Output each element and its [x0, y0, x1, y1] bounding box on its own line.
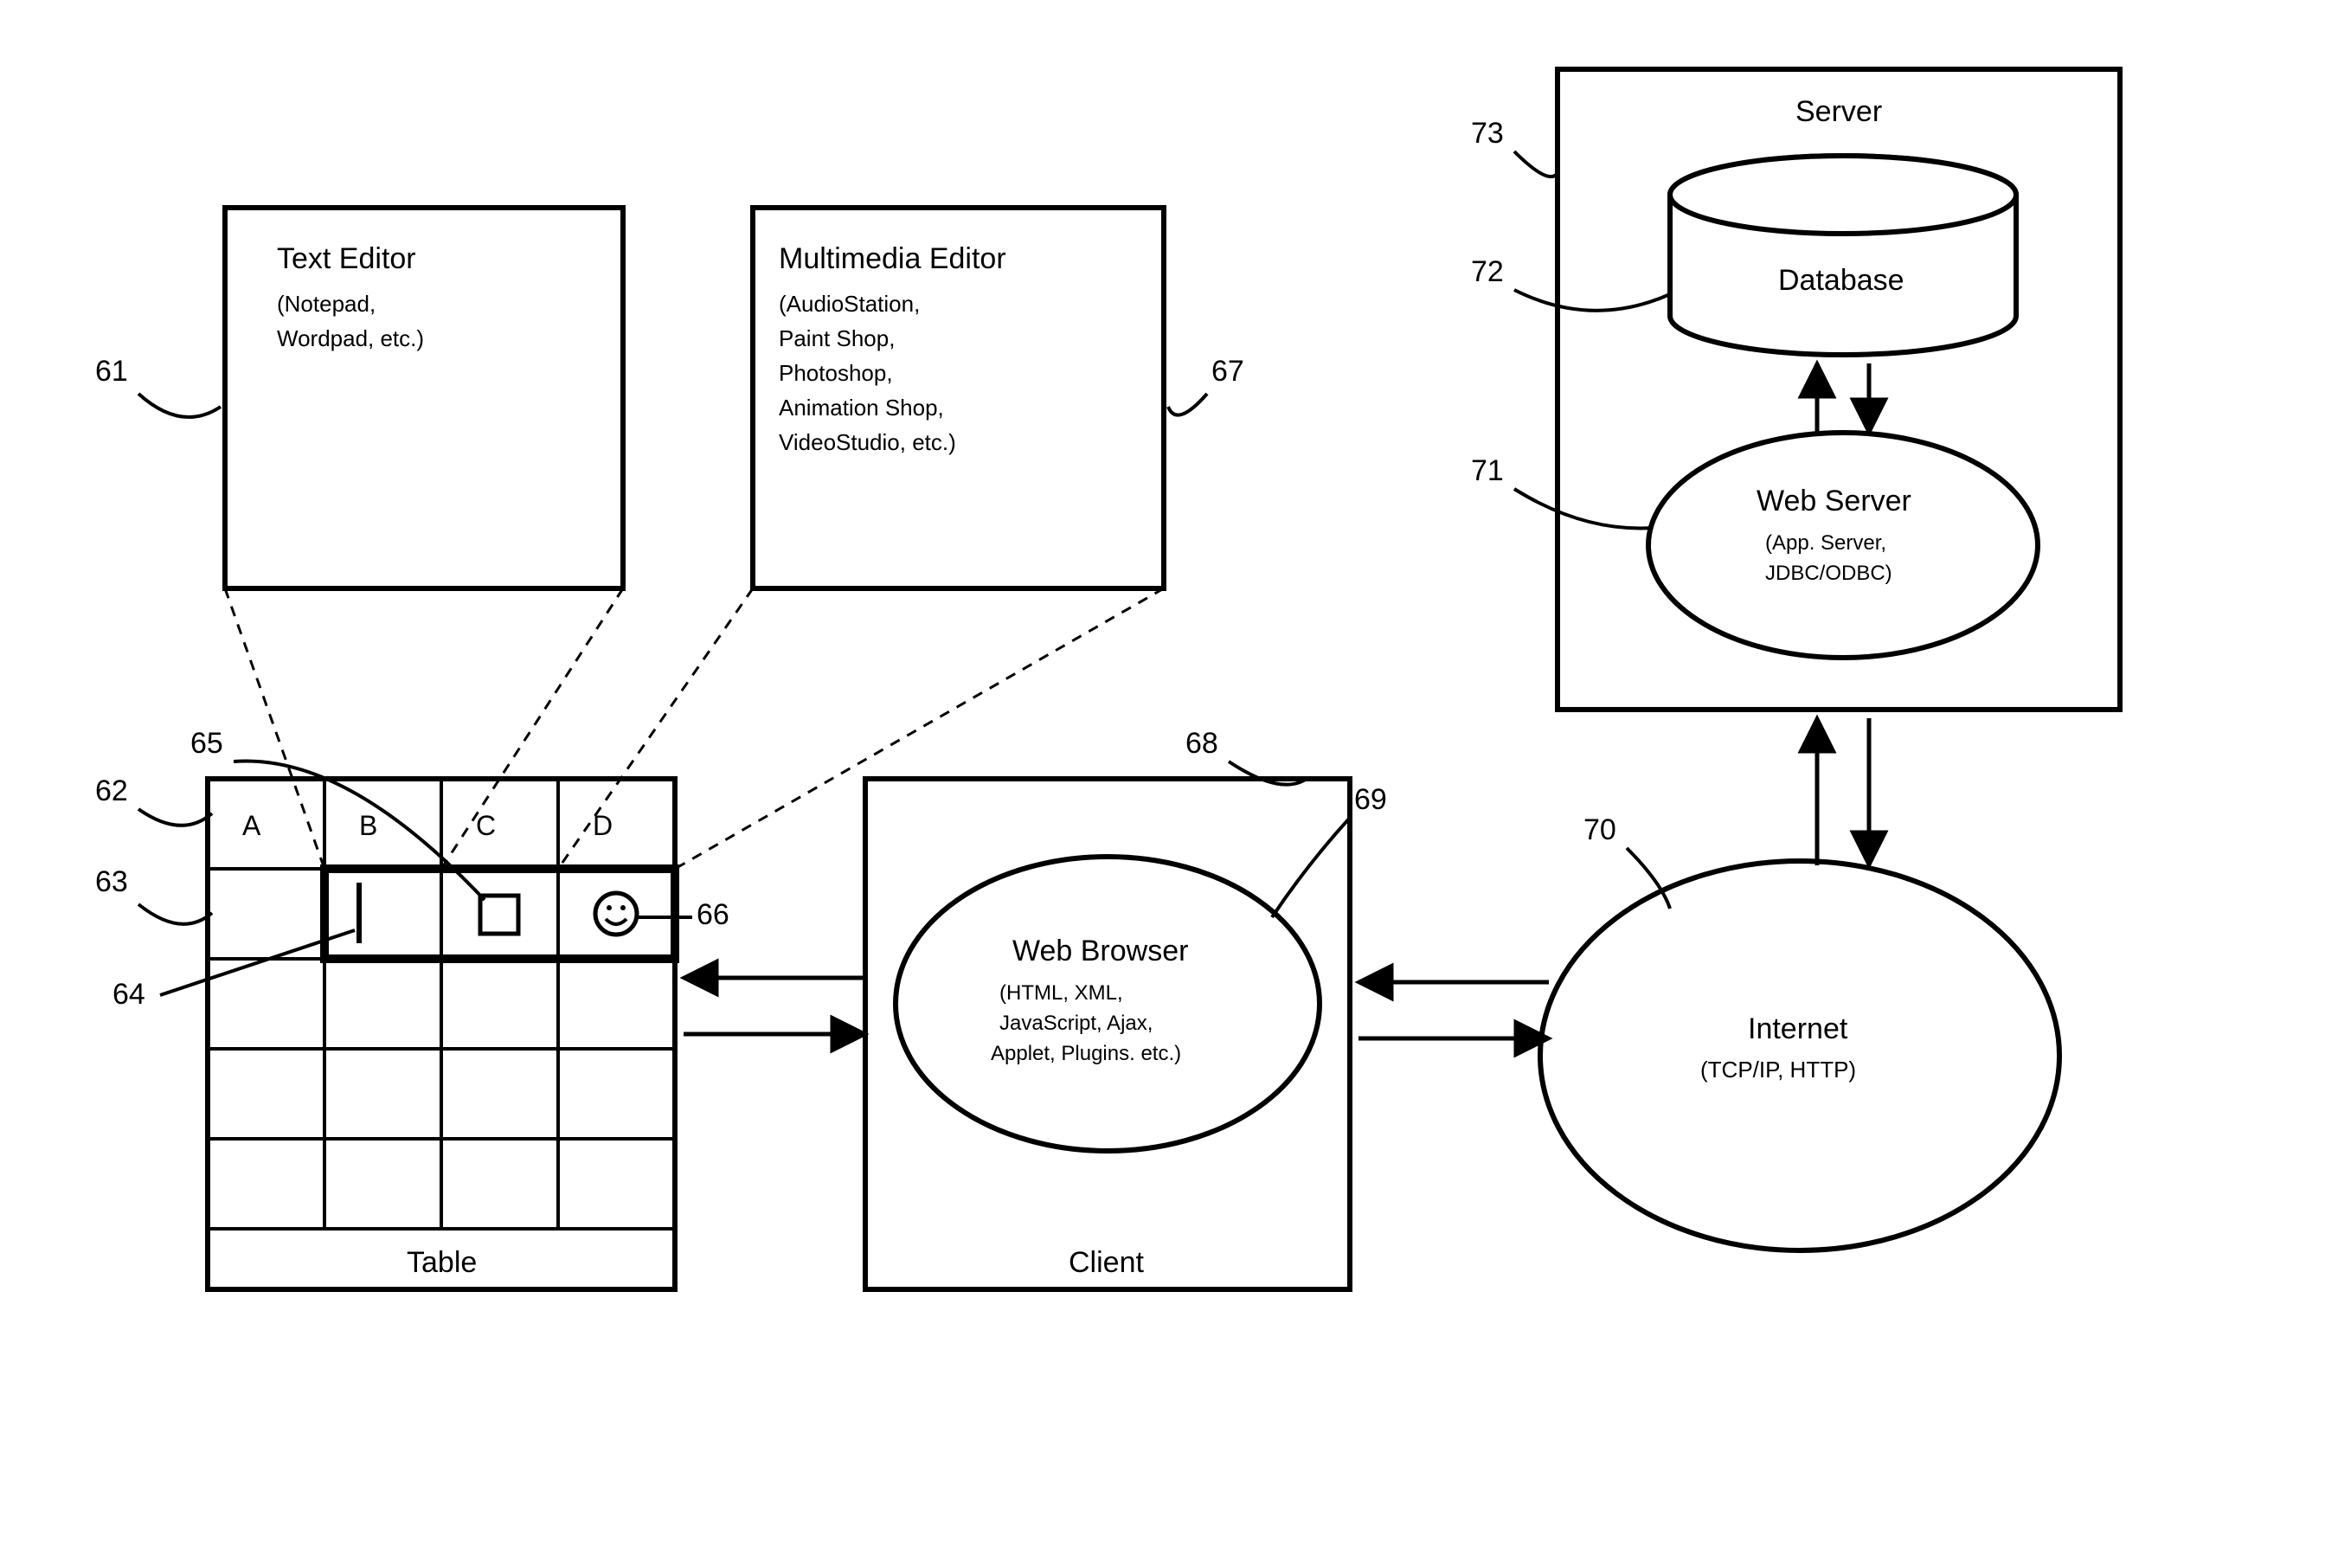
multimedia-l2: Paint Shop, — [779, 325, 895, 351]
ref-62: 62 — [95, 774, 128, 807]
text-editor-title: Text Editor — [277, 242, 416, 275]
multimedia-editor-box: Multimedia Editor (AudioStation, Paint S… — [753, 208, 1164, 588]
web-browser-l2: JavaScript, Ajax, — [999, 1012, 1153, 1035]
multimedia-l5: VideoStudio, etc.) — [779, 429, 956, 455]
ref-73: 73 — [1471, 117, 1504, 150]
client-label: Client — [1069, 1246, 1144, 1279]
web-server-l2: JDBC/ODBC) — [1765, 562, 1892, 585]
table-header-a: A — [242, 810, 261, 841]
internet-l1: (TCP/IP, HTTP) — [1700, 1057, 1856, 1083]
ref-63: 63 — [95, 865, 128, 898]
ref-64: 64 — [112, 978, 145, 1011]
table-header-c: C — [476, 810, 496, 841]
text-editor-sub1: (Notepad, — [277, 291, 376, 317]
smiley-icon — [595, 893, 637, 935]
ref-72: 72 — [1471, 255, 1504, 288]
table-header-b: B — [359, 810, 377, 841]
text-editor-sub2: Wordpad, etc.) — [277, 325, 424, 351]
ref-71: 71 — [1471, 454, 1504, 487]
web-server-l1: (App. Server, — [1765, 531, 1886, 555]
ref-69: 69 — [1354, 783, 1387, 816]
database-title: Database — [1778, 264, 1904, 297]
web-server-title: Web Server — [1757, 485, 1911, 517]
leader-line — [1168, 394, 1207, 415]
server-box: Server Database Web Server (App. Server,… — [1558, 69, 2120, 710]
leader-line — [138, 809, 212, 826]
multimedia-l1: (AudioStation, — [779, 291, 920, 317]
ref-67: 67 — [1211, 355, 1244, 388]
internet-title: Internet — [1748, 1012, 1848, 1045]
multimedia-l4: Animation Shop, — [779, 395, 944, 421]
multimedia-title: Multimedia Editor — [779, 242, 1006, 275]
square-icon — [480, 896, 518, 934]
ref-66: 66 — [697, 898, 729, 931]
text-editor-box: Text Editor (Notepad, Wordpad, etc.) — [225, 208, 623, 588]
ref-65: 65 — [190, 727, 223, 760]
ref-68: 68 — [1185, 727, 1218, 760]
internet-ellipse: Internet (TCP/IP, HTTP) — [1540, 861, 2059, 1250]
leader-line — [138, 904, 212, 924]
leader-line — [1514, 151, 1558, 177]
leader-line — [138, 394, 221, 417]
table-label: Table — [407, 1246, 477, 1279]
architecture-diagram: Text Editor (Notepad, Wordpad, etc.) Mul… — [0, 0, 2338, 1568]
ref-70: 70 — [1583, 813, 1616, 846]
web-browser-l3: Applet, Plugins. etc.) — [991, 1042, 1181, 1065]
web-browser-title: Web Browser — [1012, 935, 1188, 967]
client-box: Web Browser (HTML, XML, JavaScript, Ajax… — [865, 779, 1350, 1289]
ref-61: 61 — [95, 355, 128, 388]
web-server-ellipse: Web Server (App. Server, JDBC/ODBC) — [1648, 433, 2038, 658]
multimedia-l3: Photoshop, — [779, 360, 893, 386]
server-label: Server — [1795, 95, 1882, 128]
web-browser-l1: (HTML, XML, — [999, 981, 1123, 1005]
database-cylinder: Database — [1670, 156, 2016, 355]
